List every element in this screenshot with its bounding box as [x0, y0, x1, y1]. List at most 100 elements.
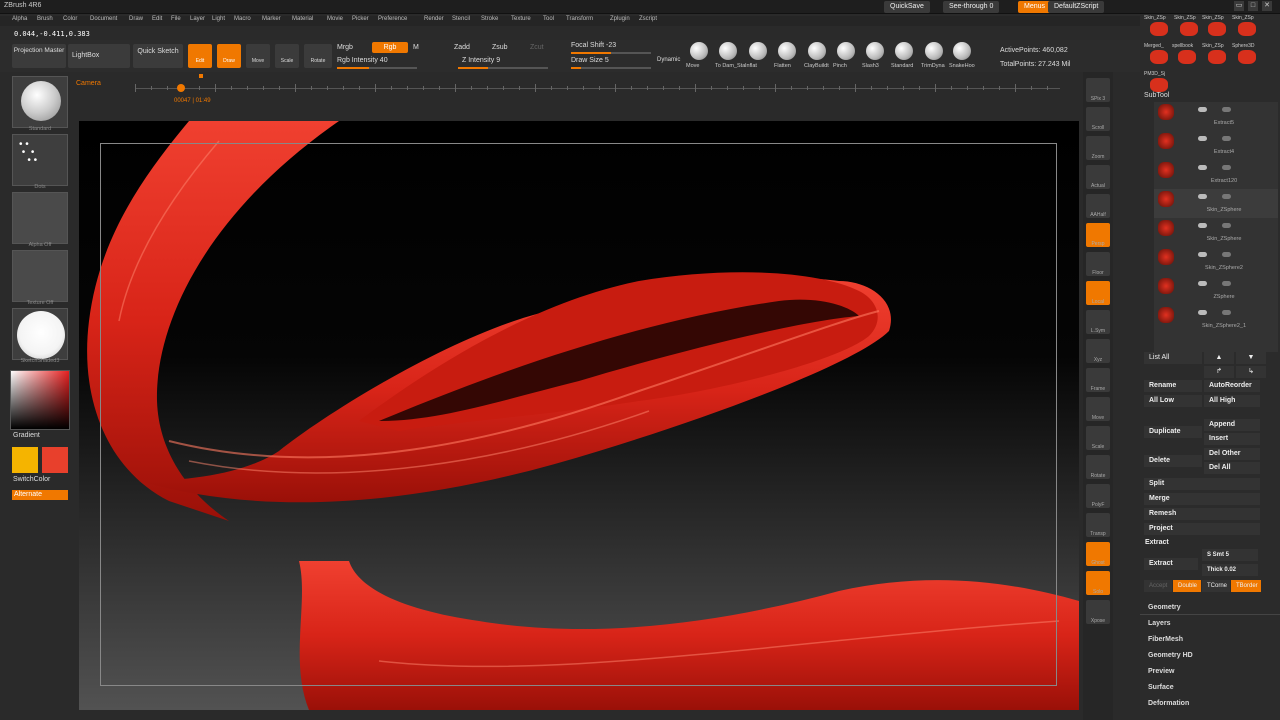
- rgb-button[interactable]: Rgb: [372, 42, 408, 53]
- menu-brush[interactable]: Brush: [37, 16, 53, 22]
- alpha-thumbnail[interactable]: [12, 192, 68, 244]
- brush-2-icon[interactable]: [749, 42, 767, 60]
- polypaint-toggle-icon[interactable]: [1222, 281, 1231, 286]
- projection-master-button[interactable]: Projection Master: [12, 44, 66, 68]
- extract-section-header[interactable]: Extract: [1140, 537, 1260, 549]
- subtool-thumb-icon[interactable]: [1158, 104, 1174, 120]
- section-geometry[interactable]: Geometry: [1148, 604, 1181, 611]
- subtool-thumb-icon[interactable]: [1158, 278, 1174, 294]
- tcorne-button[interactable]: TCorne: [1202, 580, 1230, 592]
- tool-thumb-icon[interactable]: [1150, 78, 1168, 92]
- menu-file[interactable]: File: [171, 16, 181, 22]
- switch-color-button[interactable]: SwitchColor: [13, 476, 50, 483]
- append-button[interactable]: Append: [1204, 419, 1260, 431]
- menu-zscript[interactable]: Zscript: [639, 16, 657, 22]
- edit-button[interactable]: Edit: [188, 44, 212, 68]
- material-thumbnail[interactable]: [12, 308, 68, 360]
- del-all-button[interactable]: Del All: [1204, 462, 1260, 474]
- zscript-button[interactable]: DefaultZScript: [1048, 1, 1105, 13]
- double-button[interactable]: Double: [1173, 580, 1201, 592]
- maximize-icon[interactable]: □: [1248, 1, 1258, 11]
- section-preview[interactable]: Preview: [1148, 668, 1174, 675]
- menu-stencil[interactable]: Stencil: [452, 16, 470, 22]
- polypaint-toggle-icon[interactable]: [1222, 252, 1231, 257]
- menus-button[interactable]: Menus: [1018, 1, 1052, 13]
- subtool-header[interactable]: SubTool: [1144, 92, 1278, 102]
- viewport-canvas[interactable]: [79, 121, 1079, 710]
- brush-5-icon[interactable]: [837, 42, 855, 60]
- menu-marker[interactable]: Marker: [262, 16, 281, 22]
- move-down-icon[interactable]: ↳: [1236, 366, 1266, 378]
- rotate-button[interactable]: Rotate: [304, 44, 332, 68]
- subtool-thumb-icon[interactable]: [1158, 307, 1174, 323]
- subtool-row[interactable]: Extract120: [1154, 160, 1278, 189]
- menu-color[interactable]: Color: [63, 16, 77, 22]
- subtool-thumb-icon[interactable]: [1158, 220, 1174, 236]
- menu-tool[interactable]: Tool: [543, 16, 554, 22]
- del-other-button[interactable]: Del Other: [1204, 448, 1260, 460]
- menu-material[interactable]: Material: [292, 16, 313, 22]
- visibility-toggle-icon[interactable]: [1198, 281, 1207, 286]
- polypaint-toggle-icon[interactable]: [1222, 310, 1231, 315]
- polypaint-toggle-icon[interactable]: [1222, 165, 1231, 170]
- subtool-row[interactable]: ZSphere: [1154, 276, 1278, 305]
- menu-zplugin[interactable]: Zplugin: [610, 16, 630, 22]
- menu-alpha[interactable]: Alpha: [12, 16, 27, 22]
- visibility-toggle-icon[interactable]: [1198, 165, 1207, 170]
- subtool-thumb-icon[interactable]: [1158, 249, 1174, 265]
- timeline-keyframe[interactable]: [177, 84, 185, 92]
- see-through-slider[interactable]: See-through 0: [943, 1, 1000, 13]
- z-intensity-slider[interactable]: Z Intensity 9: [462, 57, 500, 64]
- brush-0-icon[interactable]: [690, 42, 708, 60]
- subtool-row[interactable]: Extract5: [1154, 102, 1278, 131]
- tool-thumb-icon[interactable]: [1150, 50, 1168, 64]
- m-button[interactable]: M: [413, 44, 419, 51]
- menu-stroke[interactable]: Stroke: [481, 16, 498, 22]
- menu-draw[interactable]: Draw: [129, 16, 143, 22]
- brush-1-icon[interactable]: [719, 42, 737, 60]
- split-menu[interactable]: Split: [1144, 478, 1260, 490]
- polypaint-toggle-icon[interactable]: [1222, 223, 1231, 228]
- menu-edit[interactable]: Edit: [152, 16, 162, 22]
- polypaint-toggle-icon[interactable]: [1222, 136, 1231, 141]
- visibility-toggle-icon[interactable]: [1198, 223, 1207, 228]
- stroke-thumbnail[interactable]: • • • • • •: [12, 134, 68, 186]
- subtool-row[interactable]: Skin_ZSphere2_1: [1154, 305, 1278, 334]
- subtool-row[interactable]: Skin_ZSphere: [1154, 218, 1278, 247]
- tborder-button[interactable]: TBorder: [1231, 580, 1261, 592]
- visibility-toggle-icon[interactable]: [1198, 136, 1207, 141]
- tool-thumb-icon[interactable]: [1180, 22, 1198, 36]
- subtool-list[interactable]: Extract5 Extract4 Extract120 Skin_ZSphere Sk…: [1154, 102, 1278, 352]
- subtool-row[interactable]: Skin_ZSphere2: [1154, 247, 1278, 276]
- visibility-toggle-icon[interactable]: [1198, 252, 1207, 257]
- tool-thumb-icon[interactable]: [1208, 22, 1226, 36]
- gradient-toggle[interactable]: Gradient: [13, 432, 40, 439]
- quick-sketch-button[interactable]: Quick Sketch: [133, 44, 183, 68]
- menu-picker[interactable]: Picker: [352, 16, 369, 22]
- brush-3-icon[interactable]: [778, 42, 796, 60]
- scale-button[interactable]: Scale: [275, 44, 299, 68]
- secondary-color-swatch[interactable]: [42, 447, 68, 473]
- draw-size-track[interactable]: [571, 67, 651, 69]
- arrow-down-icon[interactable]: ▼: [1236, 352, 1266, 364]
- menu-layer[interactable]: Layer: [190, 16, 205, 22]
- timeline-track[interactable]: [135, 88, 1060, 89]
- extract-button[interactable]: Extract: [1144, 558, 1198, 570]
- subtool-thumb-icon[interactable]: [1158, 133, 1174, 149]
- zcut-button[interactable]: Zcut: [530, 44, 544, 51]
- menu-transform[interactable]: Transform: [566, 16, 593, 22]
- thick-slider[interactable]: Thick 0.02: [1202, 564, 1258, 576]
- alternate-button[interactable]: Alternate: [12, 490, 68, 500]
- move-button[interactable]: Move: [246, 44, 270, 68]
- delete-button[interactable]: Delete: [1144, 455, 1202, 467]
- color-picker[interactable]: [10, 370, 70, 430]
- subtool-row[interactable]: Extract4: [1154, 131, 1278, 160]
- brush-thumbnail[interactable]: [12, 76, 68, 128]
- zadd-button[interactable]: Zadd: [454, 44, 470, 51]
- focal-shift-slider[interactable]: Focal Shift -23: [571, 42, 616, 49]
- mrgb-button[interactable]: Mrgb: [337, 44, 353, 51]
- polypaint-toggle-icon[interactable]: [1222, 194, 1231, 199]
- brush-6-icon[interactable]: [866, 42, 884, 60]
- tool-thumb-icon[interactable]: [1238, 50, 1256, 64]
- arrow-up-icon[interactable]: ▲: [1204, 352, 1234, 364]
